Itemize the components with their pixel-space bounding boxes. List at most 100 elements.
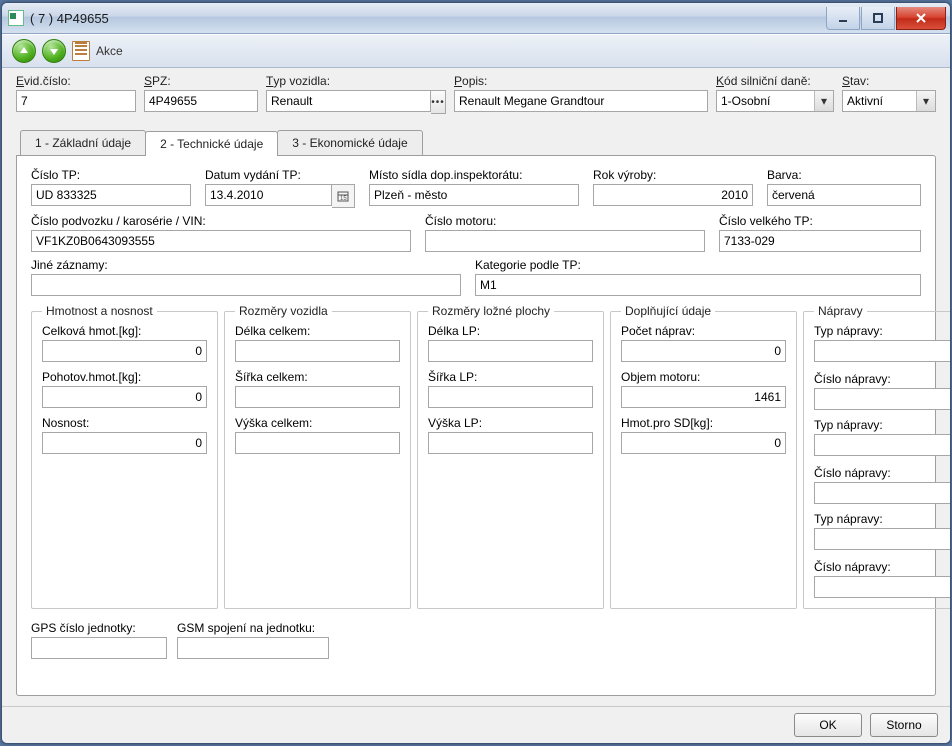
nav-next-button[interactable] xyxy=(42,39,66,63)
pohot-label: Pohotov.hmot.[kg]: xyxy=(42,370,207,384)
typ-napravy-1-input[interactable] xyxy=(814,340,951,362)
sirka-celkem-input[interactable] xyxy=(235,386,400,408)
dropdown-arrow-icon[interactable]: ▾ xyxy=(814,91,833,111)
dropdown-arrow-icon[interactable]: ▾ xyxy=(916,91,935,111)
group-rozv-legend: Rozměry vozidla xyxy=(235,304,332,318)
window-title: ( 7 ) 4P49655 xyxy=(30,11,820,26)
evid-label: Evid.číslo: xyxy=(16,74,136,88)
sirka-celkem-label: Šířka celkem: xyxy=(235,370,400,384)
gps-input[interactable] xyxy=(31,637,167,659)
kod-label: Kód silniční daně: xyxy=(716,74,834,88)
barva-input[interactable] xyxy=(767,184,921,206)
group-hmotnost-legend: Hmotnost a nosnost xyxy=(42,304,157,318)
typ-lookup-button[interactable]: ••• xyxy=(431,90,446,114)
cislo-napravy-2-input[interactable] xyxy=(814,482,951,504)
gsm-label: GSM spojení na jednotku: xyxy=(177,621,329,635)
delka-lp-label: Délka LP: xyxy=(428,324,593,338)
delka-celkem-label: Délka celkem: xyxy=(235,324,400,338)
popis-label: Popis: xyxy=(454,74,708,88)
vyska-celkem-label: Výška celkem: xyxy=(235,416,400,430)
celkova-label: Celková hmot.[kg]: xyxy=(42,324,207,338)
typ-napravy-label-2: Typ nápravy: xyxy=(814,418,951,432)
objem-label: Objem motoru: xyxy=(621,370,786,384)
jine-label: Jiné záznamy: xyxy=(31,258,461,272)
chevron-up-icon xyxy=(19,46,29,56)
titlebar: ( 7 ) 4P49655 xyxy=(2,3,950,34)
typ-napravy-2-input[interactable] xyxy=(814,434,951,456)
motor-input[interactable] xyxy=(425,230,705,252)
group-rozmery-lp: Rozměry ložné plochy Délka LP: Šířka LP:… xyxy=(417,304,604,609)
vin-input[interactable] xyxy=(31,230,411,252)
misto-label: Místo sídla dop.inspektorátu: xyxy=(369,168,579,182)
minimize-icon xyxy=(837,12,849,24)
typ-label: Typ vozidla: xyxy=(266,74,446,88)
typ-input[interactable] xyxy=(266,90,431,112)
dialog-button-bar: OK Storno xyxy=(2,706,950,743)
group-napravy-legend: Nápravy xyxy=(814,304,867,318)
hmot-sd-input[interactable] xyxy=(621,432,786,454)
vyska-celkem-input[interactable] xyxy=(235,432,400,454)
typ-napravy-label-3: Typ nápravy: xyxy=(814,512,951,526)
nav-prev-button[interactable] xyxy=(12,39,36,63)
tab-basic[interactable]: 1 - Základní údaje xyxy=(20,130,146,155)
group-dopl-legend: Doplňující údaje xyxy=(621,304,715,318)
objem-input[interactable] xyxy=(621,386,786,408)
jine-input[interactable] xyxy=(31,274,461,296)
cislo-napravy-3-input[interactable] xyxy=(814,576,951,598)
calendar-button[interactable]: 15 xyxy=(332,184,355,208)
window-maximize-button[interactable] xyxy=(861,7,895,30)
actions-icon xyxy=(72,41,90,61)
cislo-napravy-1-input[interactable] xyxy=(814,388,951,410)
sirka-lp-input[interactable] xyxy=(428,386,593,408)
kat-tp-input[interactable] xyxy=(475,274,921,296)
cancel-button[interactable]: Storno xyxy=(870,713,938,737)
stav-label: Stav: xyxy=(842,74,936,88)
tab-technical[interactable]: 2 - Technické údaje xyxy=(145,131,278,156)
typ-napravy-label-1: Typ nápravy: xyxy=(814,324,951,338)
group-rozlp-legend: Rozměry ložné plochy xyxy=(428,304,554,318)
vyska-lp-input[interactable] xyxy=(428,432,593,454)
nosnost-input[interactable] xyxy=(42,432,207,454)
motor-label: Číslo motoru: xyxy=(425,214,705,228)
pohot-input[interactable] xyxy=(42,386,207,408)
vin-label: Číslo podvozku / karosérie / VIN: xyxy=(31,214,411,228)
tab-panel-technical: Číslo TP: Datum vydání TP: 15 Mí xyxy=(16,155,936,696)
velke-tp-input[interactable] xyxy=(719,230,921,252)
window-close-button[interactable] xyxy=(896,7,946,30)
popis-input[interactable] xyxy=(454,90,708,112)
window-minimize-button[interactable] xyxy=(826,7,860,30)
group-doplnujici: Doplňující údaje Počet náprav: Objem mot… xyxy=(610,304,797,609)
pocet-naprav-label: Počet náprav: xyxy=(621,324,786,338)
vyska-lp-label: Výška LP: xyxy=(428,416,593,430)
group-rozmery-vozidla: Rozměry vozidla Délka celkem: Šířka celk… xyxy=(224,304,411,609)
svg-text:15: 15 xyxy=(340,196,347,202)
datum-tp-input[interactable] xyxy=(205,184,332,206)
actions-menu[interactable]: Akce xyxy=(96,44,123,58)
tab-strip: 1 - Základní údaje 2 - Technické údaje 3… xyxy=(16,130,936,155)
rok-input[interactable] xyxy=(593,184,753,206)
cislo-tp-label: Číslo TP: xyxy=(31,168,191,182)
delka-celkem-input[interactable] xyxy=(235,340,400,362)
sirka-lp-label: Šířka LP: xyxy=(428,370,593,384)
gsm-input[interactable] xyxy=(177,637,329,659)
evid-input[interactable] xyxy=(16,90,136,112)
ok-button[interactable]: OK xyxy=(794,713,862,737)
spz-input[interactable] xyxy=(144,90,258,112)
typ-napravy-3-input[interactable] xyxy=(814,528,951,550)
barva-label: Barva: xyxy=(767,168,921,182)
datum-tp-label: Datum vydání TP: xyxy=(205,168,355,182)
header-form: Evid.číslo: SPZ: Typ vozidla: ••• Popis:… xyxy=(16,74,936,114)
velke-tp-label: Číslo velkého TP: xyxy=(719,214,921,228)
pocet-naprav-input[interactable] xyxy=(621,340,786,362)
cislo-napravy-label-1: Číslo nápravy: xyxy=(814,372,951,386)
delka-lp-input[interactable] xyxy=(428,340,593,362)
app-window: ( 7 ) 4P49655 Akce Evid.číslo: xyxy=(1,2,951,744)
group-napravy: Nápravy Typ nápravy: Číslo nápravy: xyxy=(803,304,951,609)
celkova-input[interactable] xyxy=(42,340,207,362)
misto-input[interactable] xyxy=(369,184,579,206)
cislo-tp-input[interactable] xyxy=(31,184,191,206)
cislo-napravy-label-3: Číslo nápravy: xyxy=(814,560,951,574)
cislo-napravy-label-2: Číslo nápravy: xyxy=(814,466,951,480)
tab-economic[interactable]: 3 - Ekonomické údaje xyxy=(277,130,422,155)
close-icon xyxy=(915,12,927,24)
